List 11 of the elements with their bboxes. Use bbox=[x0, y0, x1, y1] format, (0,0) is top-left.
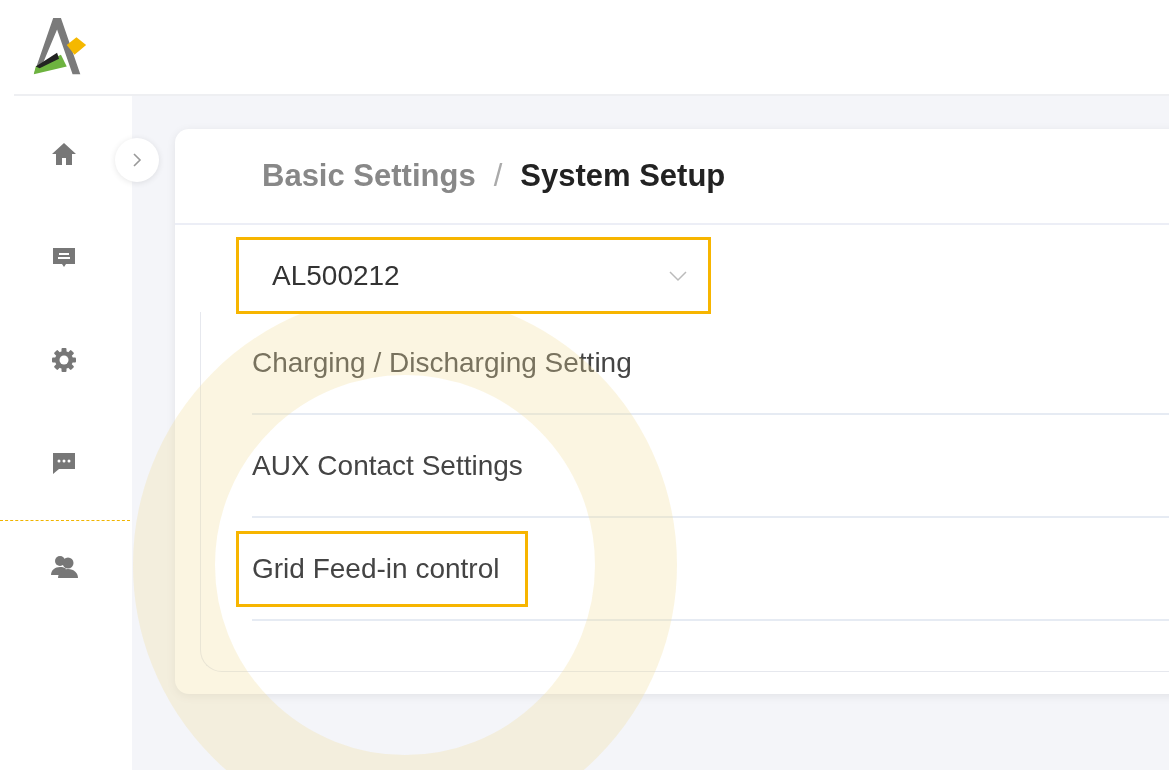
settings-menu-item[interactable]: Charging / Discharging Setting bbox=[236, 324, 661, 401]
chevron-down-icon bbox=[668, 269, 688, 282]
home-icon[interactable] bbox=[50, 140, 78, 168]
page-title: System Setup bbox=[520, 158, 726, 194]
settings-menu-item[interactable]: Grid Feed-in control bbox=[236, 530, 529, 607]
device-select[interactable]: AL500212 bbox=[236, 237, 711, 314]
chevron-right-icon bbox=[131, 152, 143, 168]
settings-icon[interactable] bbox=[50, 346, 78, 374]
settings-menu-item[interactable]: AUX Contact Settings bbox=[236, 427, 552, 504]
breadcrumb-separator: / bbox=[493, 158, 503, 194]
breadcrumb-link[interactable]: Basic Settings bbox=[262, 158, 476, 194]
